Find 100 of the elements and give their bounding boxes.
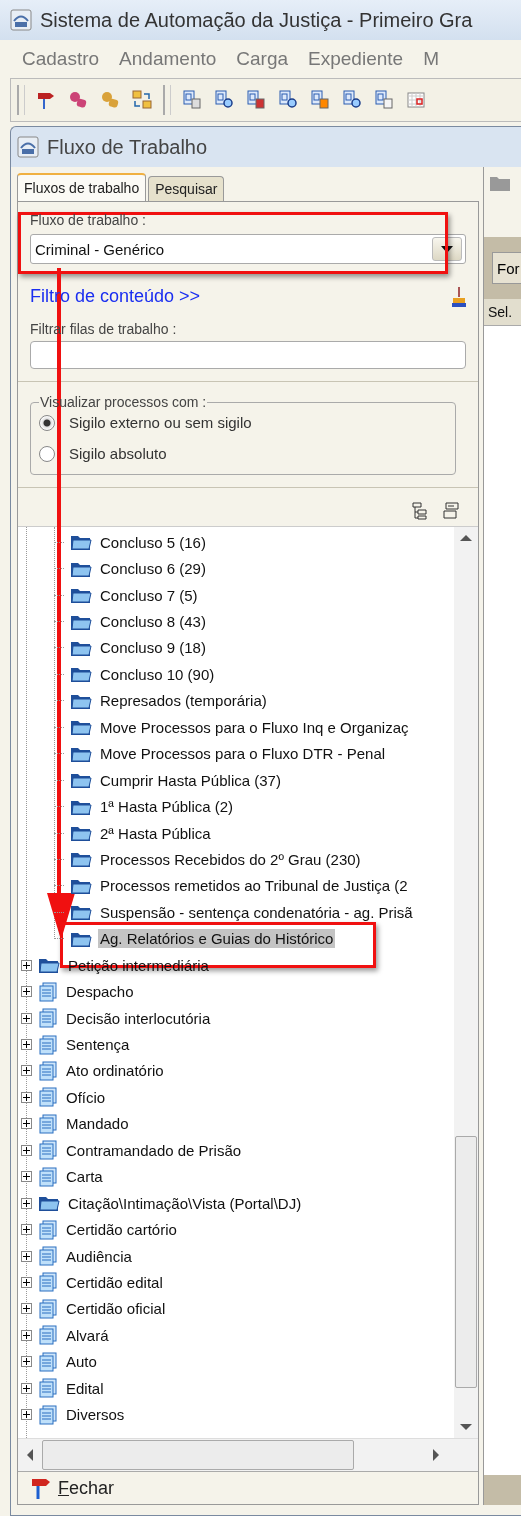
expand-icon[interactable] [21,959,32,971]
tree-item[interactable]: Mandado [64,1114,131,1134]
menu-item[interactable]: Expediente [308,48,404,70]
calendar-icon[interactable] [405,89,427,111]
queue-filter-field[interactable] [30,341,466,369]
tree-item[interactable]: Audiência [64,1246,134,1266]
close-button[interactable]: Fechar [32,1477,115,1499]
scroll-down-icon[interactable] [460,1424,472,1430]
tab[interactable]: Pesquisar [148,176,225,201]
radio-button[interactable] [39,445,55,462]
workflow-dropdown[interactable]: Criminal - Genérico [30,234,466,264]
tree-item[interactable]: Certidão edital [64,1272,165,1292]
expand-icon[interactable] [21,1224,32,1236]
expand-icon[interactable] [21,986,32,998]
tree-item[interactable]: Certidão cartório [64,1220,179,1240]
tree-item[interactable]: Ag. Relatórios e Guias do Histórico [98,929,336,949]
folder-icon [70,586,92,605]
vertical-scrollbar[interactable] [454,527,478,1438]
expand-icon[interactable] [21,1171,32,1183]
expand-icon[interactable] [21,1039,32,1051]
tree-item[interactable]: Processos remetidos ao Tribunal de Justiça (2 [98,876,410,896]
tree-item[interactable]: Suspensão - sentença condenatória - ag. Prisã [98,902,415,922]
tree-item[interactable]: Carta [64,1167,105,1187]
menu-item[interactable]: Andamento [119,48,217,70]
tree-item[interactable]: Certidão oficial [64,1299,168,1319]
tree-item[interactable]: Represados (temporária) [98,691,269,711]
tree-item[interactable]: Auto [64,1352,99,1372]
expand-icon[interactable] [21,1197,32,1209]
tab[interactable]: Fluxos de trabalho [17,173,147,201]
app-icon [10,9,32,31]
expand-icon[interactable] [21,1409,32,1421]
tree-item[interactable]: Processos Recebidos do 2º Grau (230) [98,849,363,869]
tree-item[interactable]: 2ª Hasta Pública [98,823,213,843]
tree-item[interactable]: Edital [64,1378,106,1398]
scroll-up-icon[interactable] [460,535,472,541]
radio-label[interactable]: Sigilo absoluto [69,445,167,462]
expand-icon[interactable] [21,1065,32,1077]
documents-icon [38,1008,58,1029]
tree-item[interactable]: Ofício [64,1087,108,1107]
tree-item[interactable]: Concluso 9 (18) [98,638,208,658]
tree-item[interactable]: Cumprir Hasta Pública (37) [98,770,283,790]
toolbar-grip[interactable] [17,85,25,115]
documents-icon [38,1219,58,1240]
expand-icon[interactable] [21,1276,32,1288]
expand-icon[interactable] [21,1329,32,1341]
tree-item[interactable]: Sentença [64,1035,132,1055]
folder-icon [70,824,92,843]
field-label: Fluxo de trabalho : [30,212,147,228]
tree-item[interactable]: Move Processos para o Fluxo Inq e Organizaç [98,717,411,737]
tree-item[interactable]: Contramandado de Prisão [64,1140,244,1160]
toolbar-button[interactable]: For [492,252,521,284]
documents-icon [38,1351,58,1372]
tree-expand-icon[interactable] [412,502,430,520]
expand-icon[interactable] [21,1012,32,1024]
scroll-left-icon[interactable] [27,1449,33,1461]
menu-item[interactable]: M [423,48,439,70]
expand-icon[interactable] [21,1382,32,1394]
tree-item[interactable]: Citação\Intimação\Vista (Portal\DJ) [66,1193,304,1213]
menu-item[interactable]: Cadastro [22,48,100,70]
documents-icon [38,1166,58,1187]
broom-icon[interactable] [452,286,466,307]
tree-item[interactable]: Ato ordinatório [64,1061,166,1081]
tree-item[interactable]: Concluso 7 (5) [98,585,200,605]
flag-icon [32,1477,50,1499]
radio-button[interactable] [39,414,55,431]
tree-item[interactable]: Move Processos para o Fluxo DTR - Penal [98,744,388,764]
expand-icon[interactable] [21,1118,32,1130]
documents-icon [38,1378,58,1399]
tree-item[interactable]: Concluso 6 (29) [98,559,208,579]
caret-icon [441,245,453,253]
horizontal-scrollbar[interactable] [18,1438,478,1471]
tree-item[interactable]: Concluso 5 (16) [98,532,208,552]
radio-label[interactable]: Sigilo externo ou sem sigilo [69,414,252,431]
tree-item[interactable]: Despacho [64,982,136,1002]
folder-icon [490,175,510,191]
tree-item[interactable]: 1ª Hasta Pública (2) [98,797,236,817]
menu-item[interactable]: Carga [236,48,289,70]
folder-icon [70,850,92,869]
tree-item[interactable]: Alvará [64,1325,111,1345]
expand-icon[interactable] [21,1303,32,1315]
folder-icon [70,665,92,684]
expand-icon[interactable] [21,1144,32,1156]
tree-collapse-icon[interactable] [442,502,460,520]
tree-item[interactable]: Concluso 10 (90) [98,664,217,684]
tree-item[interactable]: Concluso 8 (43) [98,612,208,632]
document-search-icon[interactable] [277,89,299,111]
documents-icon [38,1404,58,1425]
tree-item[interactable]: Decisão interlocutória [64,1008,213,1028]
expand-icon[interactable] [21,1091,32,1103]
app-icon [17,136,39,158]
folder-icon [38,1194,60,1213]
expand-icon[interactable] [21,1250,32,1262]
folder-icon [70,533,92,552]
expand-icon[interactable] [21,1356,32,1368]
tree-item[interactable]: Diversos [64,1405,127,1425]
scroll-right-icon[interactable] [433,1449,439,1461]
dropdown-button[interactable] [432,237,462,261]
swap-icon[interactable] [131,89,153,111]
documents-icon [38,1246,58,1267]
toolbar-grip[interactable] [163,85,171,115]
